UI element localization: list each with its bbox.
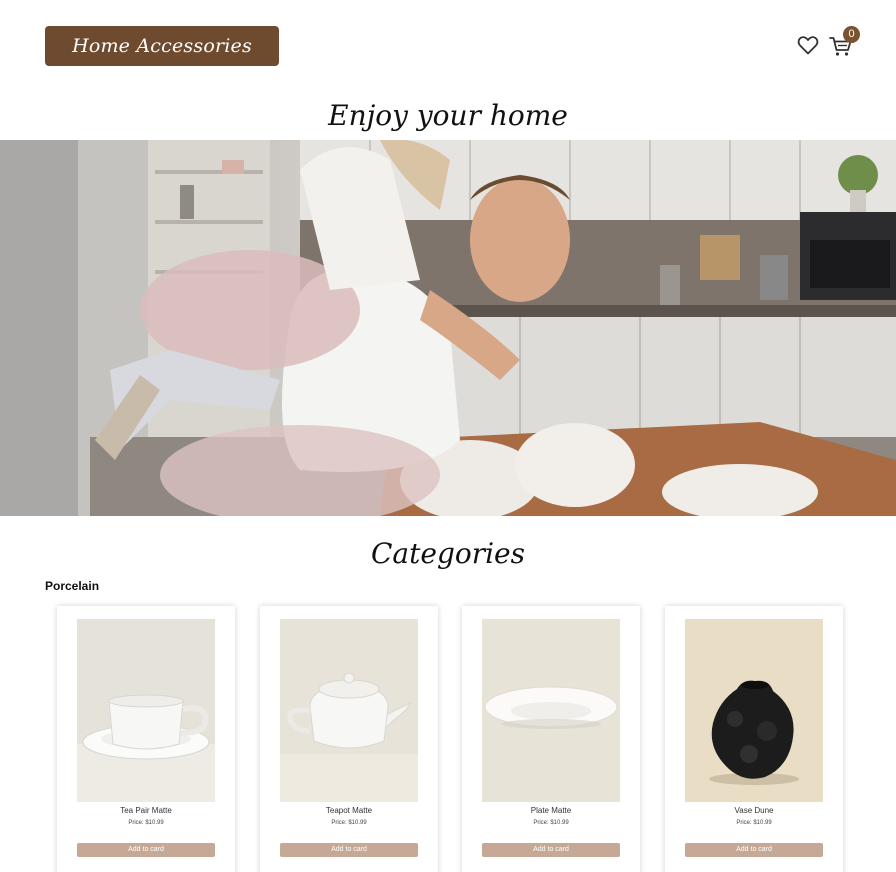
product-name: Teapot Matte: [325, 806, 373, 815]
category-label-porcelain: Porcelain: [45, 579, 100, 593]
add-to-cart-button[interactable]: Add to card: [482, 843, 620, 857]
cart-count-badge: 0: [843, 26, 860, 43]
heart-icon[interactable]: [796, 33, 820, 57]
categories-title: Categories: [371, 537, 525, 570]
product-card[interactable]: Vase Dune Price: $10.99 Add to card: [665, 606, 843, 872]
product-name: Vase Dune: [734, 806, 774, 815]
add-to-cart-button[interactable]: Add to card: [77, 843, 215, 857]
product-card[interactable]: Plate Matte Price: $10.99 Add to card: [462, 606, 640, 872]
store-logo[interactable]: Home Accessories Store: [45, 26, 279, 97]
product-grid: Tea Pair Matte Price: $10.99 Add to card…: [57, 606, 847, 872]
product-price: Price: $10.99: [128, 820, 164, 826]
product-image[interactable]: [685, 619, 823, 802]
hero-image: [0, 140, 896, 516]
product-price: Price: $10.99: [533, 820, 569, 826]
site-header: Home Accessories Store 0: [0, 0, 896, 97]
hero-video[interactable]: [0, 140, 896, 516]
product-image[interactable]: [482, 619, 620, 802]
add-to-cart-button[interactable]: Add to card: [685, 843, 823, 857]
product-image[interactable]: [280, 619, 418, 802]
add-to-cart-button[interactable]: Add to card: [280, 843, 418, 857]
hero-tagline: Enjoy your home: [328, 99, 568, 132]
product-card[interactable]: Teapot Matte Price: $10.99 Add to card: [260, 606, 438, 872]
product-price: Price: $10.99: [736, 820, 772, 826]
product-card[interactable]: Tea Pair Matte Price: $10.99 Add to card: [57, 606, 235, 872]
product-price: Price: $10.99: [331, 820, 367, 826]
product-image[interactable]: [77, 619, 215, 802]
product-name: Tea Pair Matte: [120, 806, 172, 815]
product-name: Plate Matte: [530, 806, 572, 815]
